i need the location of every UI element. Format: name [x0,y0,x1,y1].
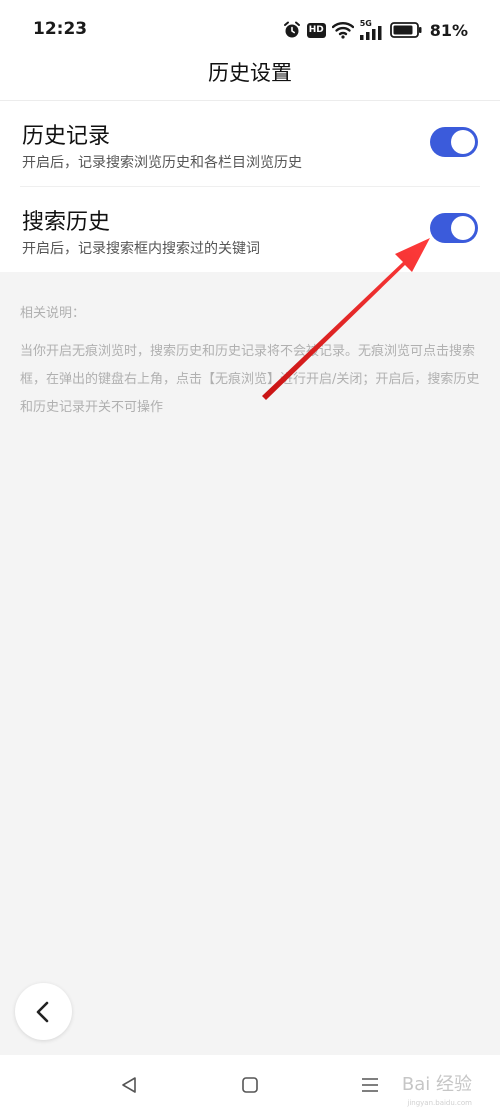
5g-signal-icon: 5G [359,19,384,40]
status-bar: 12:23 HD 5G 81% [0,0,500,60]
page-title: 历史设置 [208,61,292,85]
setting-description: 开启后，记录搜索框内搜索过的关键词 [22,241,260,257]
hd-icon: HD [306,22,326,38]
settings-list: 历史记录 开启后，记录搜索浏览历史和各栏目浏览历史 搜索历史 开启后，记录搜索框… [0,101,500,272]
toggle-knob [451,216,475,240]
system-nav-bar: Bai 经验 jingyan.baidu.com [0,1055,500,1118]
setting-title: 搜索历史 [22,210,111,235]
history-toggle[interactable] [430,127,478,157]
notes-section: 相关说明： 当你开启无痕浏览时，搜索历史和历史记录将不会被记录。无痕浏览可点击搜… [20,300,480,422]
chevron-left-icon [36,1001,49,1023]
alarm-icon [283,21,300,38]
status-icons: HD 5G 81% [283,18,468,42]
setting-title: 历史记录 [22,124,111,149]
notes-title: 相关说明： [20,306,86,321]
setting-row-history: 历史记录 开启后，记录搜索浏览历史和各栏目浏览历史 [0,101,500,186]
battery-icon [389,22,422,38]
watermark-url: jingyan.baidu.com [407,1099,472,1107]
nav-back-icon[interactable] [119,1075,139,1095]
floating-back-button[interactable] [15,983,72,1040]
search-history-toggle[interactable] [430,213,478,243]
notes-body: 当你开启无痕浏览时，搜索历史和历史记录将不会被记录。无痕浏览可点击搜索框，在弹出… [20,344,480,415]
battery-percentage: 81% [429,20,468,40]
status-time: 12:23 [33,19,88,39]
toggle-knob [451,130,475,154]
page-header: 历史设置 [0,60,500,101]
wifi-icon [331,22,354,39]
watermark-text: Bai 经验 [401,1074,472,1095]
nav-home-icon[interactable] [240,1075,260,1095]
nav-menu-icon[interactable] [360,1075,380,1095]
setting-row-search-history: 搜索历史 开启后，记录搜索框内搜索过的关键词 [0,187,500,272]
setting-description: 开启后，记录搜索浏览历史和各栏目浏览历史 [22,155,302,171]
